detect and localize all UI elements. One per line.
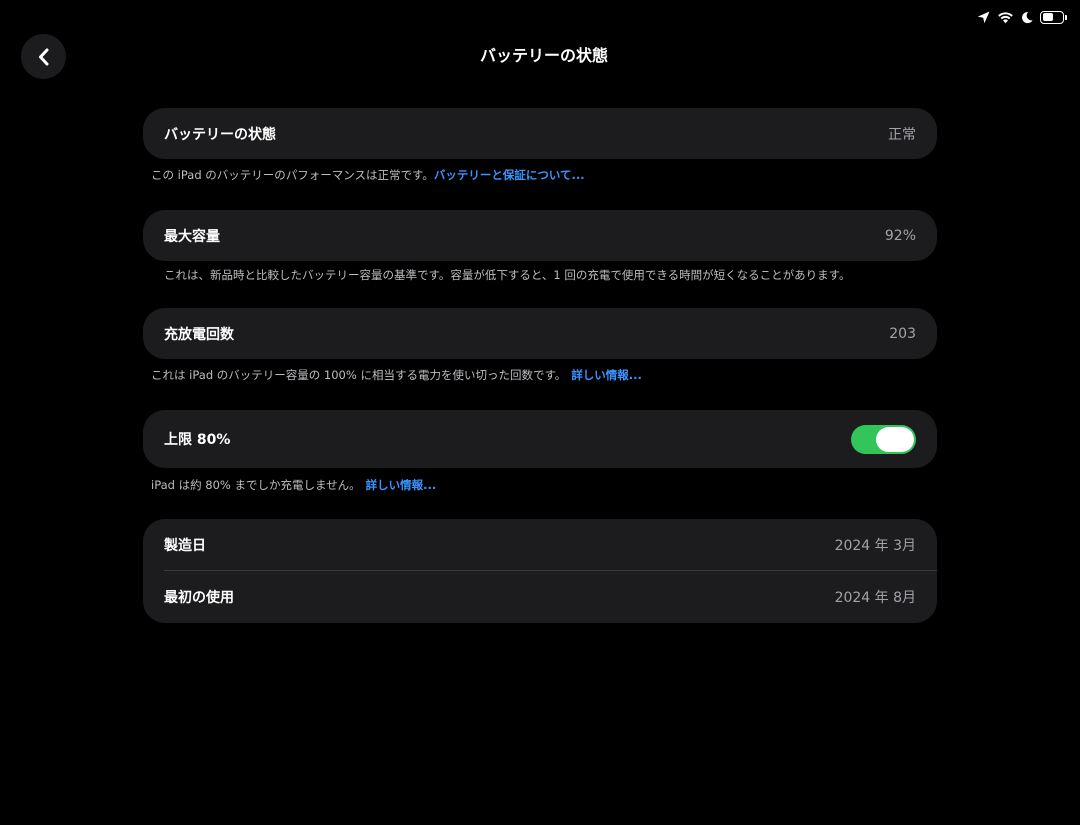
battery-health-value: 正常 — [888, 126, 916, 143]
limit-80-more-info-link[interactable]: 詳しい情報... — [366, 478, 437, 492]
status-bar — [977, 8, 1067, 26]
battery-health-label: バッテリーの状態 — [164, 126, 276, 143]
max-capacity-value: 92% — [884, 227, 916, 244]
cycle-count-footnote-text: これは iPad のバッテリー容量の 100% に相当する電力を使い切った回数で… — [151, 368, 567, 382]
limit-80-label: 上限 80% — [164, 432, 231, 448]
max-capacity-row: 最大容量 92% — [143, 210, 937, 261]
battery-health-footnote-text: この iPad のバッテリーのパフォーマンスは正常です。 — [151, 168, 434, 182]
battery-warranty-link[interactable]: バッテリーと保証について... — [434, 168, 585, 182]
max-capacity-footnote: これは、新品時と比較したバッテリー容量の基準です。容量が低下すると、1 回の充電… — [164, 267, 850, 283]
toggle-knob — [876, 426, 914, 452]
cycle-count-row: 充放電回数 203 — [143, 308, 937, 359]
limit-80-row: 上限 80% — [143, 410, 937, 468]
limit-80-group: 上限 80% — [143, 410, 937, 468]
location-arrow-icon — [977, 11, 990, 23]
cycle-count-footnote: これは iPad のバッテリー容量の 100% に相当する電力を使い切った回数で… — [151, 367, 642, 383]
battery-icon — [1040, 10, 1067, 24]
battery-health-group: バッテリーの状態 正常 — [143, 108, 937, 159]
battery-health-footnote: この iPad のバッテリーのパフォーマンスは正常です。バッテリーと保証について… — [151, 167, 585, 183]
cycle-count-group: 充放電回数 203 — [143, 308, 937, 359]
moon-icon — [1022, 11, 1033, 23]
cycle-count-more-info-link[interactable]: 詳しい情報... — [571, 368, 642, 382]
manufacture-date-value: 2024 年 3月 — [834, 537, 916, 554]
page-title: バッテリーの状態 — [479, 46, 608, 65]
cycle-count-value: 203 — [889, 325, 916, 342]
max-capacity-label: 最大容量 — [164, 228, 220, 245]
wifi-icon — [998, 11, 1013, 23]
manufacture-date-row: 製造日 2024 年 3月 — [143, 519, 937, 570]
max-capacity-group: 最大容量 92% — [143, 210, 937, 261]
battery-health-row: バッテリーの状態 正常 — [143, 108, 937, 159]
limit-80-toggle[interactable] — [851, 424, 916, 454]
max-capacity-footnote-text: これは、新品時と比較したバッテリー容量の基準です。容量が低下すると、1 回の充電… — [164, 268, 851, 282]
first-use-row: 最初の使用 2024 年 8月 — [143, 571, 937, 623]
first-use-value: 2024 年 8月 — [834, 590, 916, 606]
first-use-label: 最初の使用 — [164, 590, 234, 606]
limit-80-footnote: iPad は約 80% までしか充電しません。 詳しい情報... — [151, 477, 436, 493]
dates-group: 製造日 2024 年 3月 最初の使用 2024 年 8月 — [143, 519, 937, 623]
limit-80-footnote-text: iPad は約 80% までしか充電しません。 — [151, 478, 361, 492]
cycle-count-label: 充放電回数 — [164, 326, 234, 343]
manufacture-date-label: 製造日 — [164, 537, 206, 554]
